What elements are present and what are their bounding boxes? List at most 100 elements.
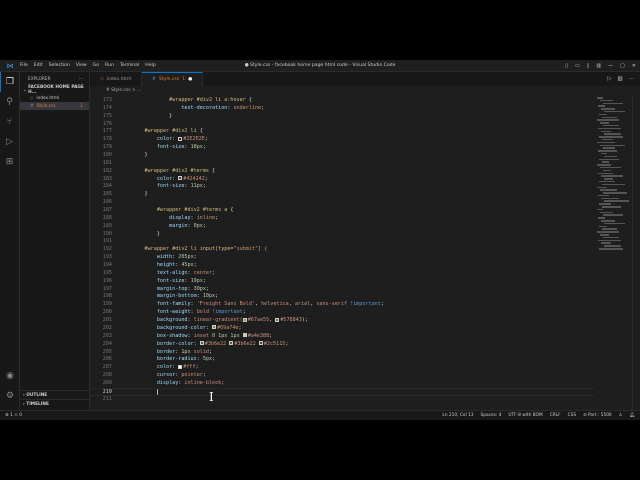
code-line[interactable]: 183 color: #424242; [90,176,595,184]
code-line[interactable]: 211 [90,396,595,404]
code-line[interactable]: 187 #wrapper #div2 #terms a { [90,207,595,215]
run-icon[interactable]: ▷ [607,76,611,82]
cursor-position[interactable]: Ln 210, Col 13 [442,413,473,418]
menu-edit[interactable]: Edit [34,63,43,68]
code-line[interactable]: 188 display: inline; [90,215,595,223]
color-swatch[interactable] [242,333,247,338]
toggle-sidebar-icon[interactable]: ▯ [565,63,568,69]
notifications-bell-icon[interactable]: 🔔︎ [630,413,635,418]
color-swatch[interactable] [178,176,183,181]
code-line[interactable]: 185 } [90,191,595,199]
toggle-panel-icon[interactable]: ▭ [575,63,580,69]
minimap[interactable] [597,97,629,257]
code-line[interactable]: 203 box-shadow: inset 0 1px 1px #a4e388; [90,333,595,341]
tab-index-html[interactable]: ◇ index.html [90,72,143,86]
code-editor[interactable]: 173 #wrapper #div2 li a:hover {174 text-… [90,97,595,404]
code-token: ; [202,183,206,190]
code-line[interactable]: 207 color: #fff; [90,364,595,372]
code-line[interactable]: 190 } [90,231,595,239]
vertical-scrollbar[interactable] [632,95,640,410]
code-line[interactable]: 186 [90,199,595,207]
code-token: ; [205,285,209,292]
code-line[interactable]: 201 background: linear-gradient(#67ae55,… [90,317,595,325]
code-line[interactable]: 176 [90,121,595,129]
color-swatch[interactable] [178,364,183,369]
language-mode[interactable]: CSS [568,413,576,418]
code-line[interactable]: 210 [90,387,595,396]
menu-view[interactable]: View [76,63,87,68]
line-number: 192 [102,246,112,253]
toggle-secondary-sidebar-icon[interactable]: ▯ [587,63,590,69]
code-line[interactable]: 208 cursor: pointer; [90,372,595,380]
code-line[interactable]: 173 #wrapper #div2 li a:hover { [90,97,595,105]
extensions-icon[interactable]: ⊞ [0,152,19,172]
customize-layout-icon[interactable]: ▥ [596,63,601,69]
account-icon[interactable]: ◉ [0,366,20,386]
minimize-button[interactable]: — [608,63,613,69]
code-line[interactable]: 196 font-size: 19px; [90,278,595,286]
maximize-button[interactable]: ▢ [620,63,625,69]
settings-gear-icon[interactable]: ⚙ [0,386,20,406]
search-icon[interactable]: ⚲ [0,92,19,112]
accounts-icon[interactable]: ♙ [619,413,623,418]
indentation[interactable]: Spaces: 4 [481,413,502,418]
menu-run[interactable]: Run [105,63,114,68]
split-editor-icon[interactable]: ▥ [618,76,623,82]
code-line[interactable]: 175 } [90,113,595,121]
code-line[interactable]: 200 font-weight: bold !important; [90,309,595,317]
code-token: linear-gradient( [193,317,243,324]
menu-file[interactable]: File [20,63,28,68]
code-line[interactable]: 182 #wrapper #div2 #terms { [90,168,595,176]
code-line[interactable]: 202 background-color: #69a74e; [90,325,595,333]
code-line[interactable]: 191 [90,238,595,246]
file-style-css[interactable]: # Style.css 1 [20,102,89,110]
code-line[interactable]: 192 #wrapper #div2 li input[type="submit… [90,246,595,254]
code-line[interactable]: 184 font-size: 11px; [90,183,595,191]
timeline-section[interactable]: › TIMELINE [20,399,90,408]
outline-section[interactable]: › OUTLINE [20,390,90,399]
more-icon[interactable]: ··· [629,76,634,82]
menu-go[interactable]: Go [93,63,99,68]
color-swatch[interactable] [275,317,280,322]
tab-style-css[interactable]: # Style.css 1 ● [142,72,204,86]
explorer-icon[interactable]: ❐ [0,72,19,92]
unsaved-dot-icon[interactable]: ● [188,77,192,82]
more-actions-icon[interactable]: ··· [79,77,83,82]
folder-root[interactable]: ⌄ FACEBOOK HOME PAGE H... [20,85,89,95]
run-debug-icon[interactable]: ▷ [0,132,19,152]
code-line[interactable]: 180 } [90,152,595,160]
code-line[interactable]: 197 margin-top: 30px; [90,286,595,294]
source-control-icon[interactable]: ⑂ [0,112,19,132]
color-swatch[interactable] [199,341,204,346]
color-swatch[interactable] [242,317,247,322]
breadcrumb[interactable]: # Style.css > ... [90,86,141,95]
file-index-html[interactable]: ◇ index.html [20,94,89,102]
encoding[interactable]: UTF-8 with BOM [508,413,542,418]
code-line[interactable]: 193 width: 205px; [90,254,595,262]
color-swatch[interactable] [258,341,263,346]
code-line[interactable]: 205 border: 1px solid; [90,349,595,357]
live-server-port[interactable]: ⊘ Port : 5500 [583,413,612,418]
menu-selection[interactable]: Selection [49,63,70,68]
code-line[interactable]: 198 margin-bottom: 10px; [90,293,595,301]
code-line[interactable]: 199 font-family: 'Freight Sans Bold', he… [90,301,595,309]
close-button[interactable]: ✕ [632,63,636,69]
problems-indicator[interactable]: ⊗ 1 ⚠ 0 [5,413,22,418]
code-line[interactable]: 177 #wrapper #div2 li { [90,128,595,136]
menu-terminal[interactable]: Terminal [120,63,139,68]
color-swatch[interactable] [178,136,183,141]
end-of-line[interactable]: CRLF [550,413,561,418]
code-line[interactable]: 179 font-size: 18px; [90,144,595,152]
code-line[interactable]: 206 border-radius: 5px; [90,356,595,364]
color-swatch[interactable] [212,325,217,330]
code-line[interactable]: 181 [90,160,595,168]
code-line[interactable]: 174 text-decoration: underline; [90,105,595,113]
color-swatch[interactable] [229,341,234,346]
code-line[interactable]: 204 border-color: #3b6e22 #3b6e22 #2c511… [90,341,595,349]
menu-help[interactable]: Help [145,63,155,68]
code-line[interactable]: 178 color: #2E2E2E; [90,136,595,144]
code-line[interactable]: 189 margin: 0px; [90,223,595,231]
code-line[interactable]: 209 display: inline-block; [90,380,595,388]
code-line[interactable]: 194 height: 45px; [90,262,595,270]
code-line[interactable]: 195 text-align: center; [90,270,595,278]
